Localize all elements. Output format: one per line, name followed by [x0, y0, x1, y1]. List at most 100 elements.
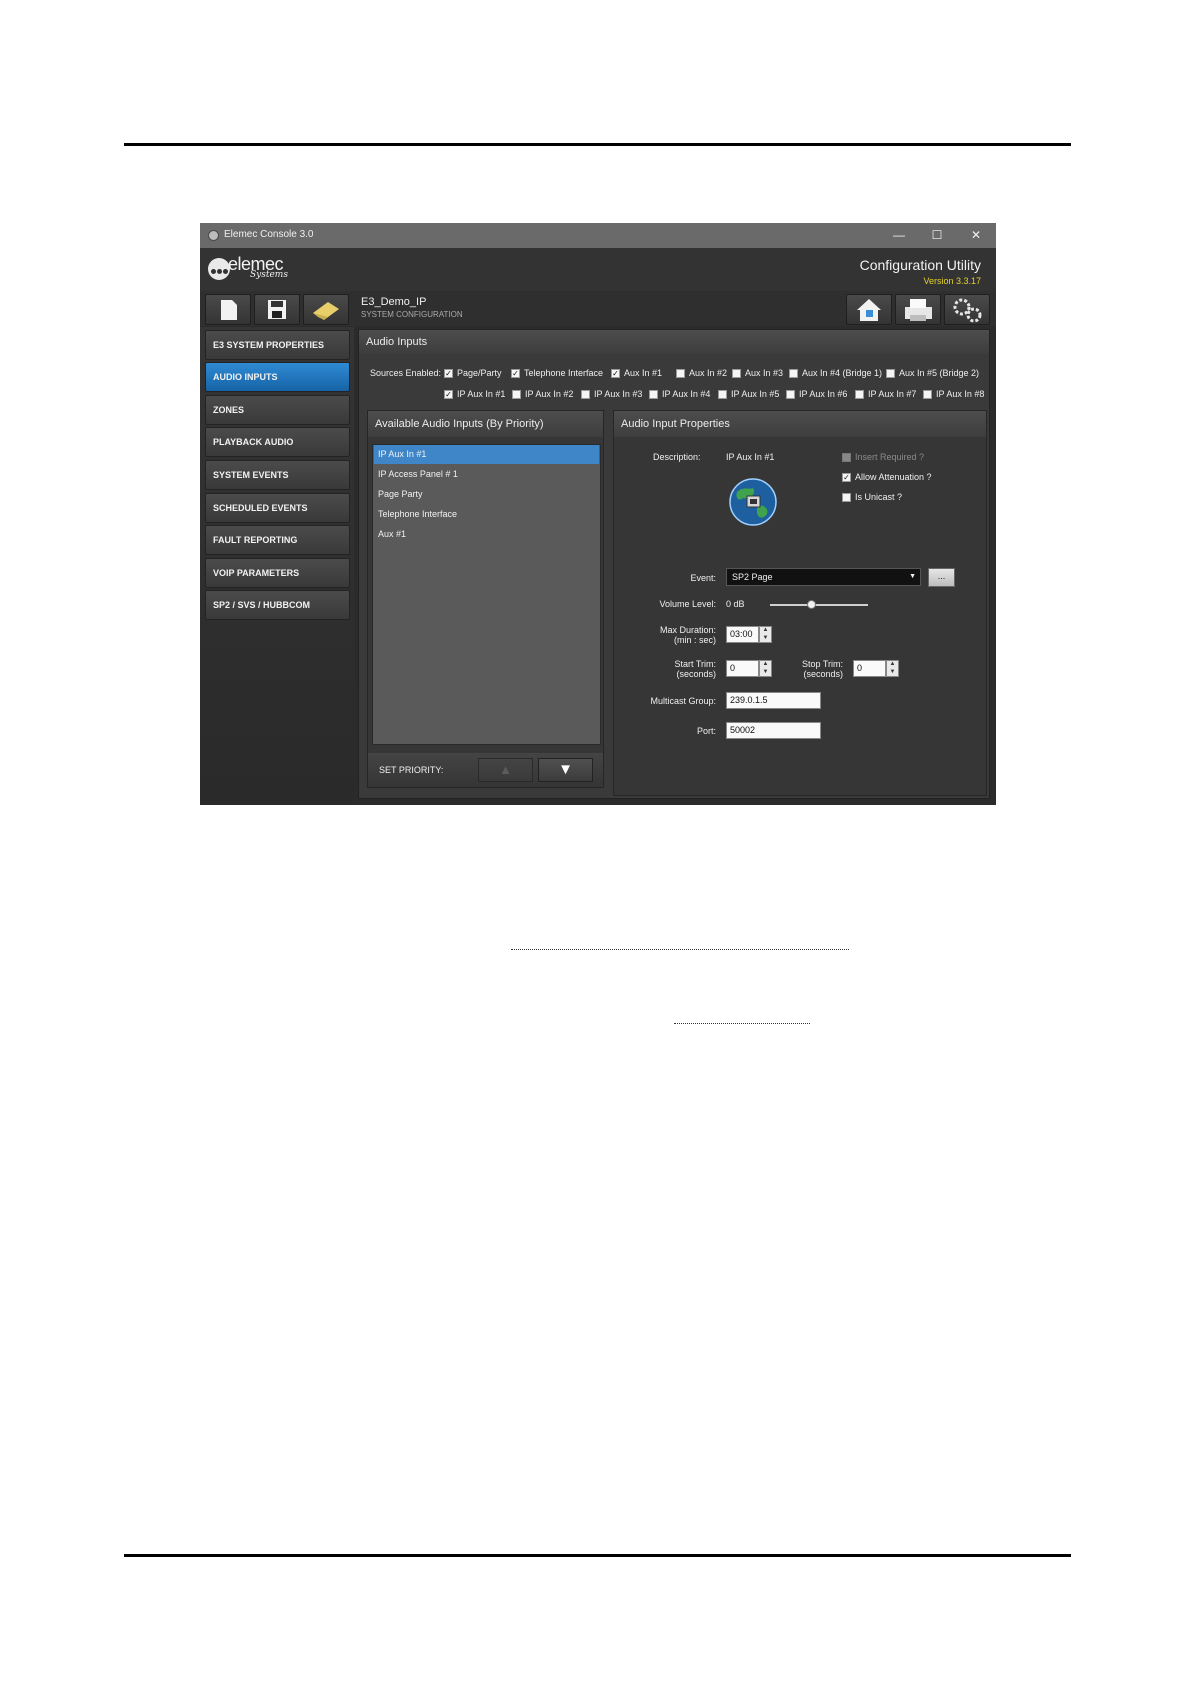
minimize-button[interactable]: — — [886, 227, 912, 244]
app-window: Elemec Console 3.0 — ☐ ✕ elemec Systems … — [200, 223, 996, 805]
volume-slider-track[interactable] — [770, 604, 868, 606]
description-value: IP Aux In #1 — [726, 452, 775, 462]
nav-zones[interactable]: ZONES — [205, 395, 350, 425]
project-name: E3_Demo_IP — [361, 296, 427, 308]
checkbox-is-unicast[interactable] — [842, 493, 851, 502]
save-icon — [268, 300, 286, 319]
source-label: IP Aux In #7 — [868, 389, 917, 399]
source-label: Aux In #3 — [745, 368, 784, 378]
network-globe-icon — [729, 478, 777, 526]
save-button[interactable] — [254, 294, 300, 325]
audio-inputs-panel: Audio Inputs Sources Enabled: ✓ Page/Par… — [358, 329, 990, 799]
start-trim-stepper[interactable]: ▲ ▼ — [759, 660, 772, 677]
max-duration-label-line1: Max Duration: — [659, 625, 716, 635]
nav-scheduled-events[interactable]: SCHEDULED EVENTS — [205, 493, 350, 523]
nav-sp2-svs-hubbcom[interactable]: SP2 / SVS / HUBBCOM — [205, 590, 350, 620]
checkbox-ip-aux-in-3[interactable] — [581, 390, 590, 399]
settings-icon — [953, 298, 982, 323]
set-priority-label: SET PRIORITY: — [379, 765, 444, 775]
port-label: Port: — [696, 726, 716, 736]
max-duration-stepper[interactable]: ▲ ▼ — [759, 626, 772, 643]
checkbox-insert-required[interactable] — [842, 453, 851, 462]
source-label: IP Aux In #6 — [799, 389, 848, 399]
bottom-rule — [124, 1554, 1071, 1557]
checkbox-ip-aux-in-1[interactable]: ✓ — [444, 390, 453, 399]
checkbox-allow-attenuation[interactable]: ✓ — [842, 473, 851, 482]
event-select-value: SP2 Page — [732, 572, 773, 582]
event-select[interactable]: SP2 Page ▼ — [726, 568, 921, 586]
source-label: Aux In #4 (Bridge 1) — [802, 368, 883, 378]
checkbox-aux-in-2[interactable] — [676, 369, 685, 378]
volume-level-label: Volume Level: — [659, 599, 716, 609]
stop-trim-label-line1: Stop Trim: — [801, 659, 843, 669]
checkbox-ip-aux-in-4[interactable] — [649, 390, 658, 399]
description-label: Description: — [653, 452, 701, 462]
nav-audio-inputs[interactable]: AUDIO INPUTS — [205, 362, 350, 392]
stop-trim-input[interactable]: 0 — [853, 660, 886, 677]
event-label: Event: — [690, 573, 716, 583]
nav-e3-system-properties[interactable]: E3 SYSTEM PROPERTIES — [205, 330, 350, 360]
checkbox-aux-in-4[interactable] — [789, 369, 798, 378]
start-trim-label-line2: (seconds) — [676, 669, 716, 679]
event-browse-button[interactable]: ... — [928, 568, 955, 587]
close-button[interactable]: ✕ — [963, 227, 989, 244]
is-unicast-label: Is Unicast ? — [855, 492, 903, 502]
start-trim-label-line1: Start Trim: — [674, 659, 716, 669]
checkbox-aux-in-3[interactable] — [732, 369, 741, 378]
checkbox-page-party[interactable]: ✓ — [444, 369, 453, 378]
printer-icon — [905, 299, 932, 321]
volume-slider-thumb[interactable] — [807, 600, 816, 609]
max-duration-label-line2: (min : sec) — [673, 635, 716, 645]
list-item[interactable]: Page Party — [374, 485, 599, 504]
eraser-button[interactable] — [303, 294, 349, 325]
settings-button[interactable] — [944, 294, 990, 325]
multicast-group-input[interactable]: 239.0.1.5 — [726, 692, 821, 709]
checkbox-ip-aux-in-7[interactable] — [855, 390, 864, 399]
list-item[interactable]: Aux #1 — [374, 525, 599, 544]
checkbox-aux-in-1[interactable]: ✓ — [611, 369, 620, 378]
source-label: IP Aux In #8 — [936, 389, 985, 399]
stop-trim-stepper[interactable]: ▲ ▼ — [886, 660, 899, 677]
source-label: IP Aux In #1 — [457, 389, 506, 399]
chevron-down-icon: ▼ — [909, 573, 916, 580]
priority-down-button[interactable]: ▼ — [538, 758, 593, 782]
home-icon — [857, 299, 881, 321]
list-item[interactable]: IP Aux In #1 — [374, 445, 599, 464]
priority-up-button[interactable]: ▲ — [478, 758, 533, 782]
source-label: IP Aux In #4 — [662, 389, 711, 399]
title-bar: Elemec Console 3.0 — ☐ ✕ — [200, 223, 996, 248]
sidebar-nav: E3 SYSTEM PROPERTIES AUDIO INPUTS ZONES … — [200, 327, 354, 805]
nav-fault-reporting[interactable]: FAULT REPORTING — [205, 525, 350, 555]
source-label: Aux In #1 — [624, 368, 663, 378]
checkbox-ip-aux-in-6[interactable] — [786, 390, 795, 399]
checkbox-ip-aux-in-5[interactable] — [718, 390, 727, 399]
max-duration-input[interactable]: 03:00 — [726, 626, 759, 643]
nav-playback-audio[interactable]: PLAYBACK AUDIO — [205, 427, 350, 457]
available-inputs-title: Available Audio Inputs (By Priority) — [368, 411, 603, 437]
checkbox-ip-aux-in-8[interactable] — [923, 390, 932, 399]
start-trim-input[interactable]: 0 — [726, 660, 759, 677]
nav-voip-parameters[interactable]: VOIP PARAMETERS — [205, 558, 350, 588]
list-item[interactable]: Telephone Interface — [374, 505, 599, 524]
source-label: Page/Party — [457, 368, 502, 378]
window-title: Elemec Console 3.0 — [224, 229, 314, 240]
start-trim-label: Start Trim: (seconds) — [674, 659, 716, 679]
nav-system-events[interactable]: SYSTEM EVENTS — [205, 460, 350, 490]
insert-required-label: Insert Required ? — [855, 452, 925, 462]
home-button[interactable] — [846, 294, 892, 325]
app-version: Version 3.3.17 — [923, 276, 981, 286]
app-icon — [208, 230, 219, 241]
logo-subtext: Systems — [250, 270, 288, 280]
top-rule — [124, 143, 1071, 146]
maximize-button[interactable]: ☐ — [924, 227, 950, 244]
list-item[interactable]: IP Access Panel # 1 — [374, 465, 599, 484]
set-priority-bar: SET PRIORITY: ▲ ▼ — [368, 753, 603, 787]
new-file-button[interactable] — [205, 294, 251, 325]
checkbox-telephone-interface[interactable]: ✓ — [511, 369, 520, 378]
allow-attenuation-label: Allow Attenuation ? — [855, 472, 932, 482]
print-button[interactable] — [895, 294, 941, 325]
checkbox-ip-aux-in-2[interactable] — [512, 390, 521, 399]
section-title: Audio Inputs — [359, 330, 989, 354]
checkbox-aux-in-5[interactable] — [886, 369, 895, 378]
port-input[interactable]: 50002 — [726, 722, 821, 739]
